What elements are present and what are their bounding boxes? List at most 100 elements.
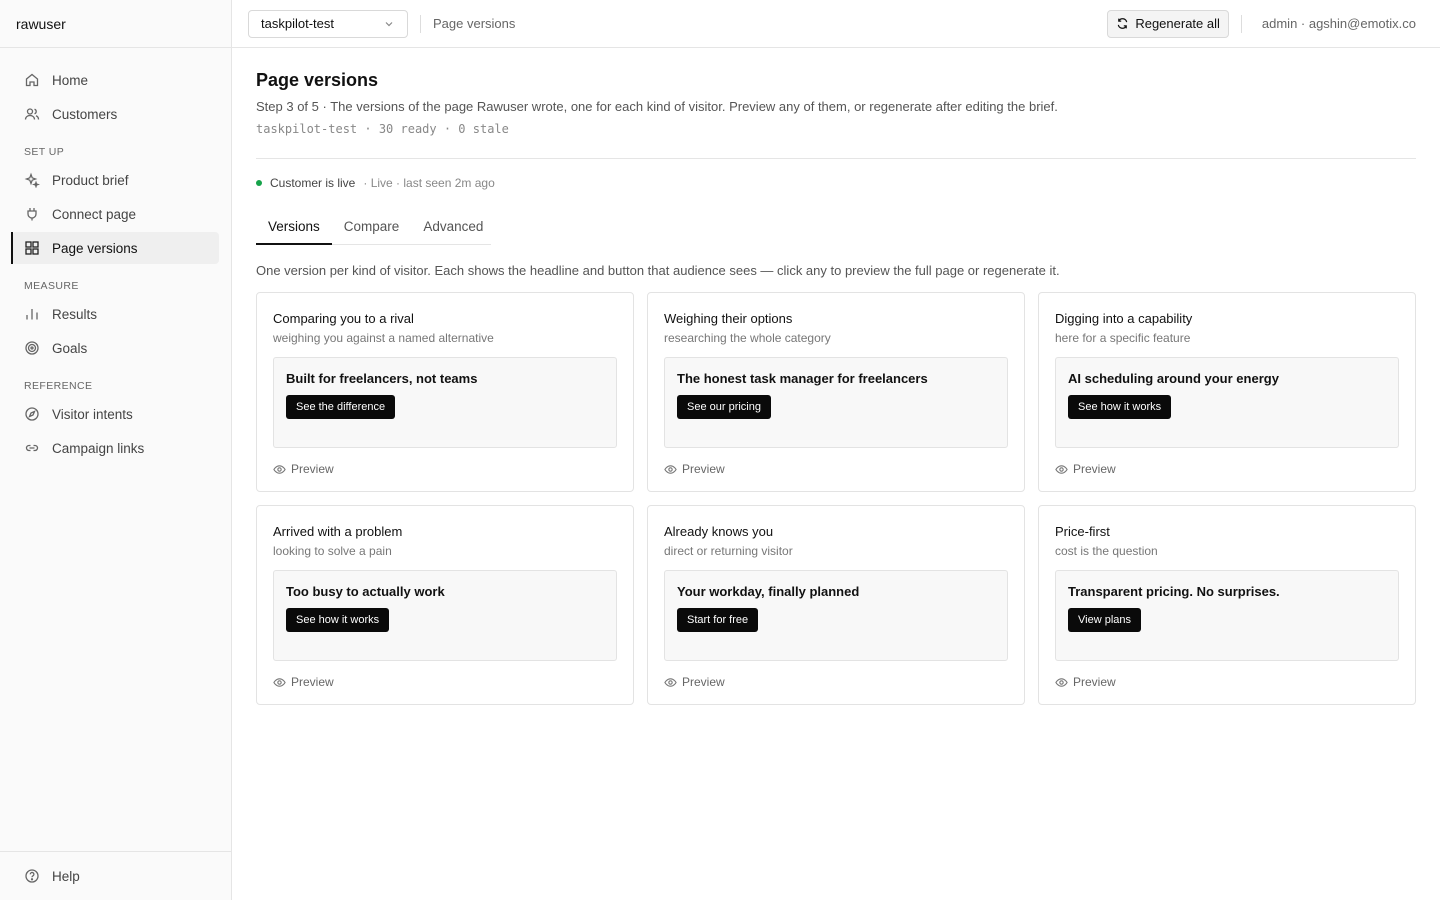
version-grid: Comparing you to a rival weighing you ag…: [256, 292, 1416, 705]
sidebar-item-label: Campaign links: [52, 440, 145, 456]
sidebar-item-results[interactable]: Results: [12, 298, 219, 330]
project-select[interactable]: taskpilot-test: [248, 9, 408, 38]
users-icon: [24, 106, 40, 122]
sidebar-item-label: Page versions: [52, 240, 138, 256]
topbar-actions: Regenerate all admin · agshin@emotix.co: [1107, 9, 1416, 38]
sidebar-item-label: Help: [52, 868, 80, 884]
preview-label: Preview: [1073, 675, 1116, 689]
eye-icon: [664, 463, 677, 476]
preview-label: Preview: [682, 462, 725, 476]
refresh-icon: [1116, 17, 1129, 30]
main-content: Page versions Step 3 of 5 · The versions…: [256, 48, 1416, 705]
regenerate-all-button[interactable]: Regenerate all: [1107, 9, 1229, 38]
card-title: Already knows you: [664, 524, 774, 539]
sidebar-item-connect-page[interactable]: Connect page: [12, 198, 219, 230]
preview-link[interactable]: Preview: [273, 675, 334, 689]
headline-preview[interactable]: Too busy to actually work See how it wor…: [273, 570, 617, 661]
card-title: Comparing you to a rival: [273, 311, 414, 326]
tabs: Versions Compare Advanced: [256, 208, 491, 245]
sidebar-item-visitor-intents[interactable]: Visitor intents: [12, 398, 219, 430]
cta-button[interactable]: Start for free: [677, 608, 759, 632]
topbar-divider: [420, 14, 421, 33]
preview-link[interactable]: Preview: [1055, 675, 1116, 689]
topbar-divider: [1240, 14, 1242, 33]
sparkles-icon: [24, 172, 40, 188]
card-title: Weighing their options: [664, 311, 793, 326]
preview-label: Preview: [682, 675, 725, 689]
eye-icon: [664, 676, 677, 689]
divider: [256, 158, 1416, 159]
sidebar-item-label: Home: [52, 72, 89, 88]
sidebar-item-label: Customers: [52, 106, 118, 122]
sidebar-item-label: Product brief: [52, 172, 129, 188]
sidebar-footer: Help: [0, 851, 231, 900]
brand-logo[interactable]: rawuser: [0, 0, 231, 48]
live-status-meta: · Live · last seen 2m ago: [363, 176, 495, 190]
preview-link[interactable]: Preview: [664, 675, 725, 689]
headline-preview[interactable]: Transparent pricing. No surprises. View …: [1055, 570, 1399, 661]
headline: The honest task manager for freelancers: [677, 371, 928, 386]
cta-button[interactable]: See how it works: [286, 608, 390, 632]
cta-button[interactable]: See our pricing: [677, 395, 771, 419]
sidebar-item-customers[interactable]: Customers: [12, 98, 219, 130]
card-title: Arrived with a problem: [273, 524, 403, 539]
tab-compare[interactable]: Compare: [332, 208, 412, 244]
sidebar-item-help[interactable]: Help: [12, 860, 219, 892]
cta-button[interactable]: See the difference: [286, 395, 396, 419]
link-icon: [24, 440, 40, 456]
eye-icon: [1055, 676, 1068, 689]
version-card[interactable]: Weighing their options researching the w…: [647, 292, 1025, 492]
version-card[interactable]: Arrived with a problem looking to solve …: [256, 505, 634, 705]
chevron-down-icon: [383, 18, 395, 30]
nav-group-measure: MEASURE: [24, 280, 79, 292]
headline: Transparent pricing. No surprises.: [1068, 584, 1280, 599]
eye-icon: [1055, 463, 1068, 476]
headline: Built for freelancers, not teams: [286, 371, 478, 386]
intro-text: One version per kind of visitor. Each sh…: [256, 263, 1060, 278]
headline-preview[interactable]: Your workday, finally planned Start for …: [664, 570, 1008, 661]
version-card[interactable]: Price-first cost is the question Transpa…: [1038, 505, 1416, 705]
cta-button[interactable]: View plans: [1068, 608, 1141, 632]
headline: Too busy to actually work: [286, 584, 445, 599]
headline-preview[interactable]: The honest task manager for freelancers …: [664, 357, 1008, 448]
sidebar-item-page-versions[interactable]: Page versions: [11, 232, 219, 264]
cta-button[interactable]: See how it works: [1068, 395, 1172, 419]
version-card[interactable]: Digging into a capability here for a spe…: [1038, 292, 1416, 492]
user-account[interactable]: admin · agshin@emotix.co: [1262, 16, 1416, 31]
help-icon: [24, 868, 40, 884]
sidebar-item-goals[interactable]: Goals: [12, 332, 219, 364]
compass-icon: [24, 406, 40, 422]
headline-preview[interactable]: Built for freelancers, not teams See the…: [273, 357, 617, 448]
sidebar-item-label: Visitor intents: [52, 406, 133, 422]
eye-icon: [273, 463, 286, 476]
card-subtitle: cost is the question: [1055, 544, 1158, 558]
status-dot: [256, 180, 262, 186]
breadcrumb: Page versions: [433, 16, 516, 31]
headline-preview[interactable]: AI scheduling around your energy See how…: [1055, 357, 1399, 448]
target-icon: [24, 340, 40, 356]
sidebar-item-product-brief[interactable]: Product brief: [12, 164, 219, 196]
sidebar-item-label: Connect page: [52, 206, 137, 222]
bar-chart-icon: [24, 306, 40, 322]
sidebar-nav: Home Customers SET UP Product brief Conn…: [0, 48, 231, 464]
sidebar-item-home[interactable]: Home: [12, 64, 219, 96]
preview-link[interactable]: Preview: [1055, 462, 1116, 476]
sidebar-item-label: Goals: [52, 340, 88, 356]
page-title: Page versions: [256, 70, 379, 90]
sidebar: rawuser Home Customers SET UP Product br…: [0, 0, 232, 900]
headline: AI scheduling around your energy: [1068, 371, 1279, 386]
preview-label: Preview: [291, 462, 334, 476]
tab-advanced[interactable]: Advanced: [411, 208, 495, 244]
version-card[interactable]: Comparing you to a rival weighing you ag…: [256, 292, 634, 492]
topbar: taskpilot-test Page versions Regenerate …: [232, 0, 1440, 48]
tab-versions[interactable]: Versions: [256, 208, 332, 245]
nav-group-reference: REFERENCE: [24, 380, 93, 392]
preview-link[interactable]: Preview: [664, 462, 725, 476]
sidebar-item-campaign-links[interactable]: Campaign links: [12, 432, 219, 464]
preview-link[interactable]: Preview: [273, 462, 334, 476]
regenerate-all-label: Regenerate all: [1135, 16, 1220, 31]
card-subtitle: looking to solve a pain: [273, 544, 392, 558]
version-card[interactable]: Already knows you direct or returning vi…: [647, 505, 1025, 705]
sidebar-item-label: Results: [52, 306, 98, 322]
card-subtitle: direct or returning visitor: [664, 544, 793, 558]
